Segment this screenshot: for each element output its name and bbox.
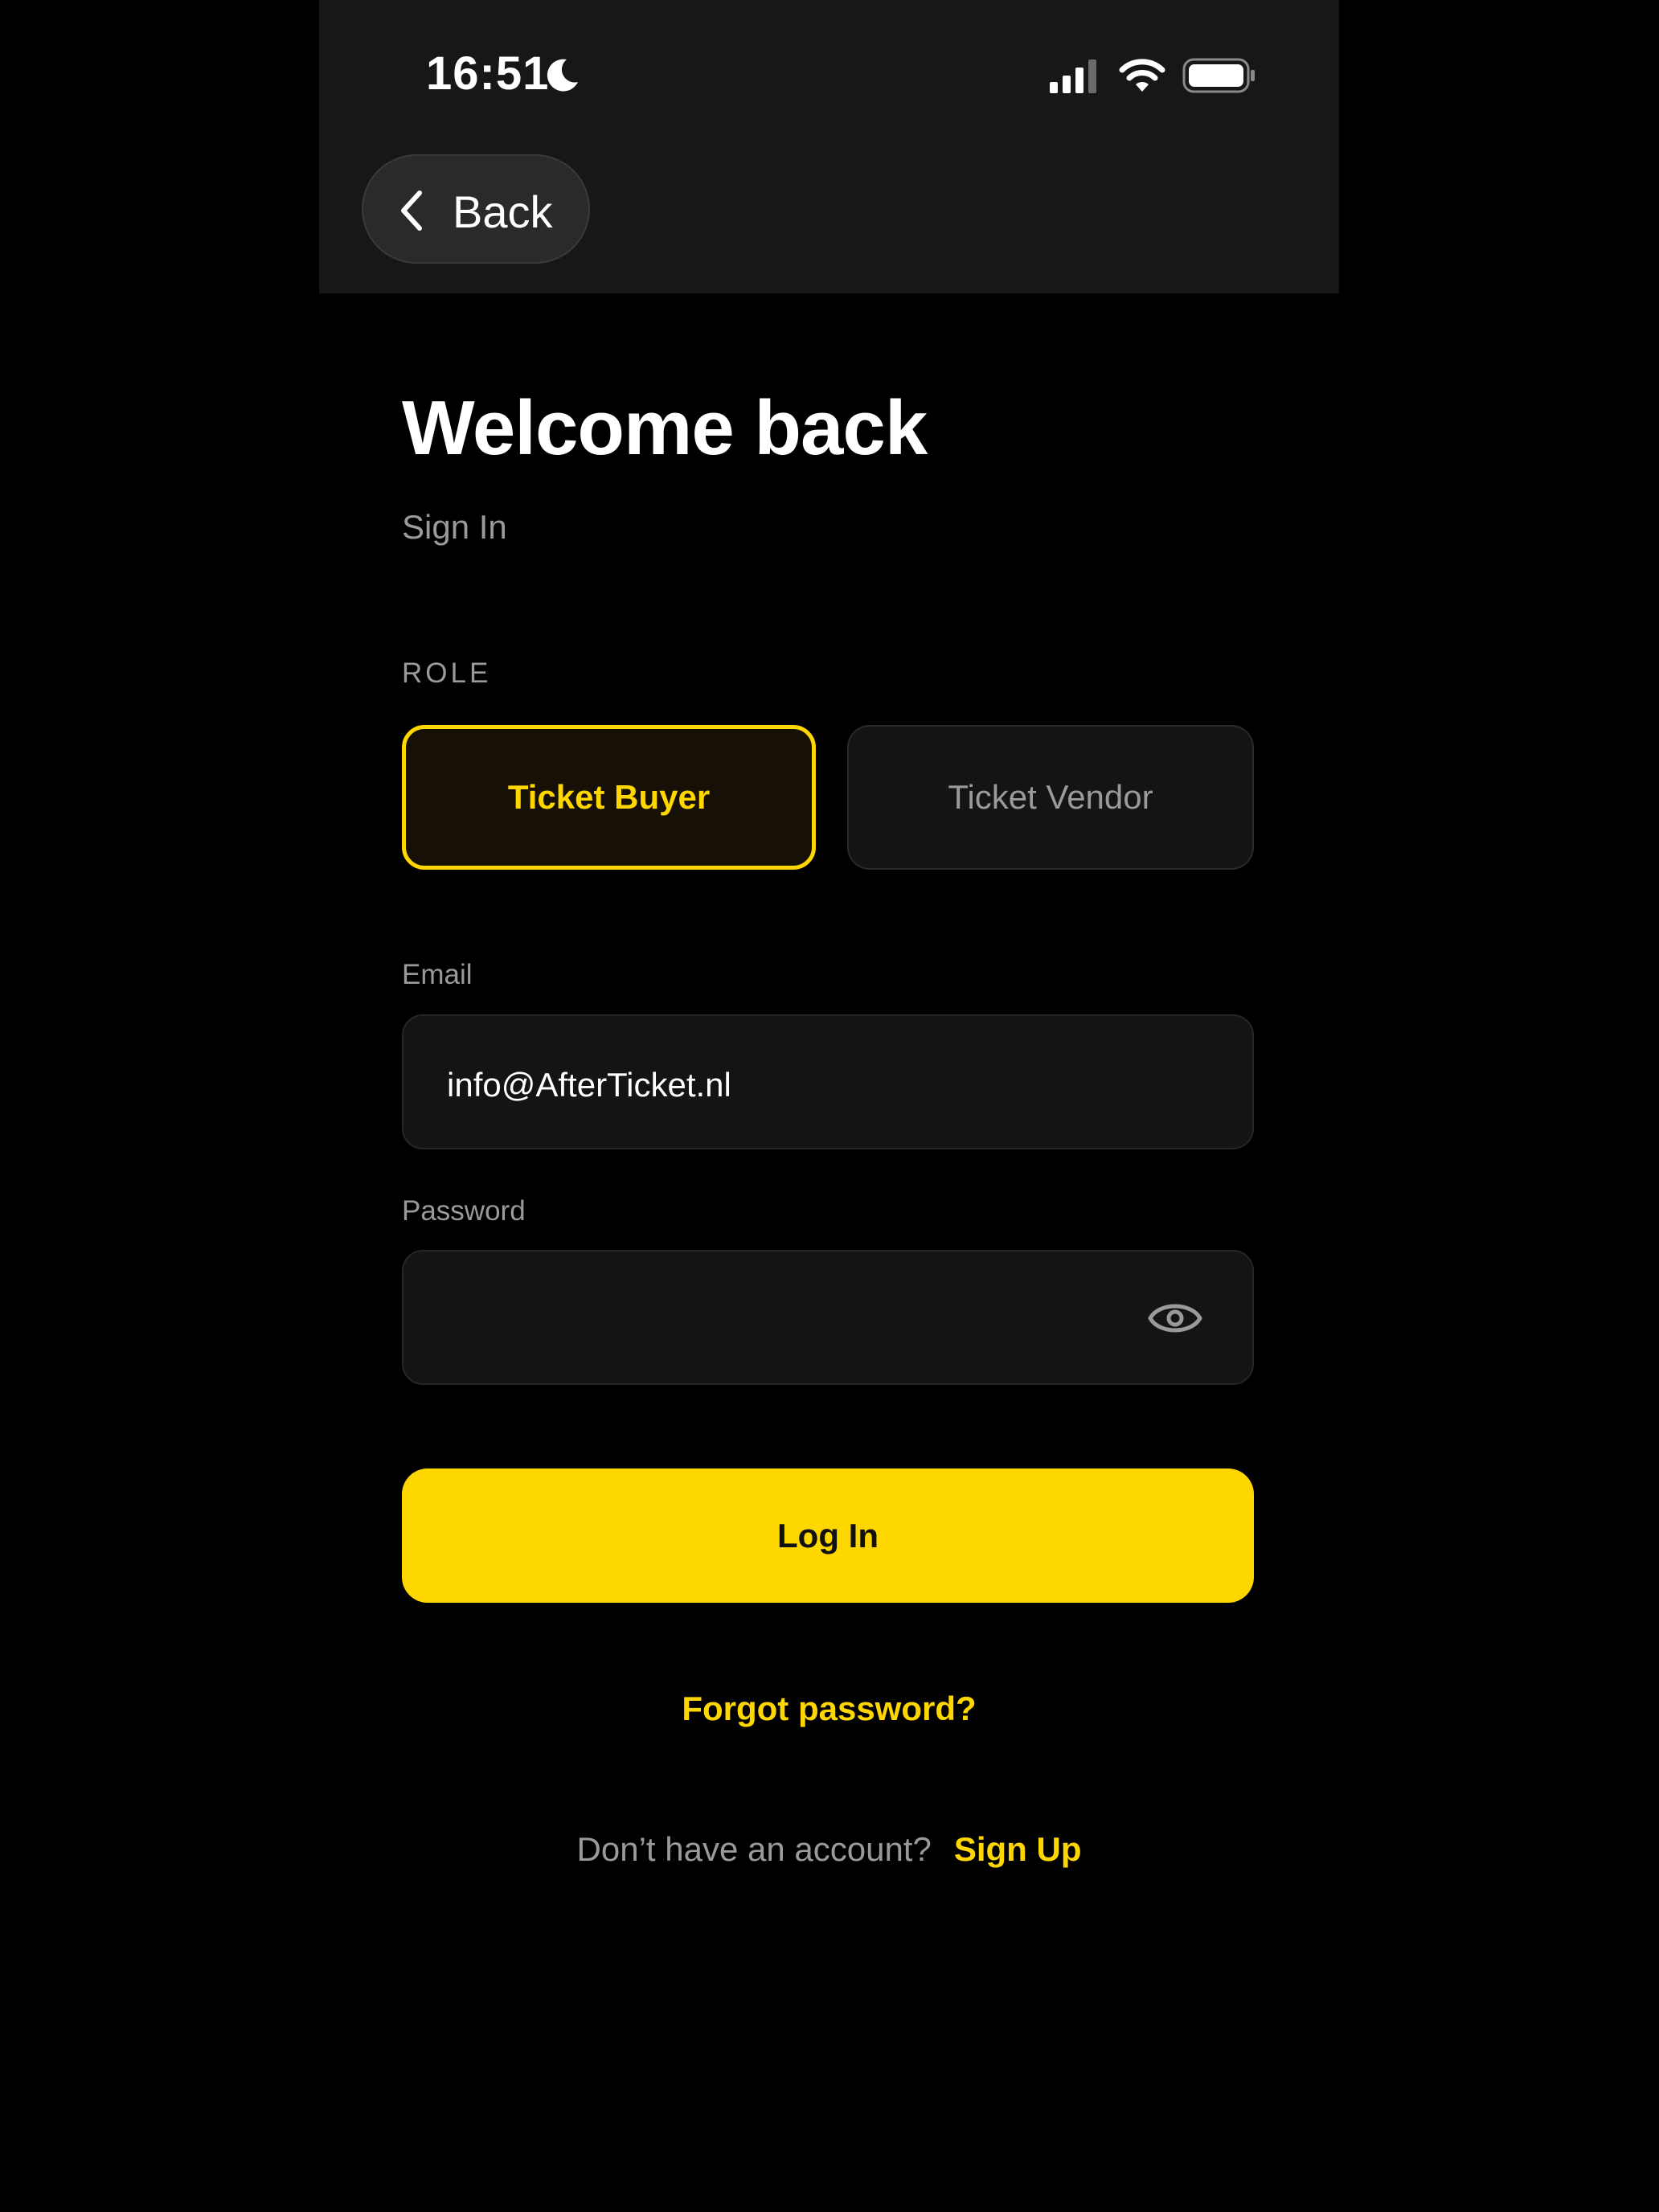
top-bar: 16:51 Back: [319, 0, 1339, 293]
role-ticket-vendor-label: Ticket Vendor: [948, 778, 1153, 816]
back-label: Back: [453, 186, 553, 237]
password-field[interactable]: [402, 1250, 1254, 1385]
login-screen: 16:51 Back Welcome back Sign In ROLE Tic…: [319, 0, 1339, 2212]
moon-icon: [547, 59, 578, 92]
signup-row: Don’t have an account? Sign Up: [319, 1830, 1339, 1869]
role-ticket-vendor-button[interactable]: Ticket Vendor: [847, 725, 1254, 870]
password-label: Password: [402, 1195, 526, 1227]
role-ticket-buyer-label: Ticket Buyer: [507, 778, 711, 816]
page-subtitle: Sign In: [402, 508, 507, 546]
eye-icon[interactable]: [1148, 1296, 1202, 1341]
signup-prompt: Don’t have an account?: [576, 1830, 932, 1868]
email-label: Email: [402, 959, 473, 990]
signup-link[interactable]: Sign Up: [954, 1830, 1082, 1868]
login-button[interactable]: Log In: [402, 1469, 1254, 1603]
forgot-password-link[interactable]: Forgot password?: [319, 1690, 1339, 1728]
role-ticket-buyer-button[interactable]: Ticket Buyer: [402, 725, 816, 870]
chevron-left-icon: [401, 190, 422, 231]
status-time: 16:51: [426, 47, 550, 100]
back-button[interactable]: Back: [362, 154, 590, 264]
email-field[interactable]: info@AfterTicket.nl: [402, 1014, 1254, 1149]
email-value: info@AfterTicket.nl: [447, 1066, 731, 1104]
login-button-label: Log In: [777, 1516, 879, 1555]
role-label: ROLE: [402, 657, 492, 689]
page-title: Welcome back: [402, 385, 928, 471]
battery-icon: [1182, 58, 1255, 93]
wifi-icon: [1119, 59, 1165, 92]
signal-icon: [1050, 59, 1096, 93]
